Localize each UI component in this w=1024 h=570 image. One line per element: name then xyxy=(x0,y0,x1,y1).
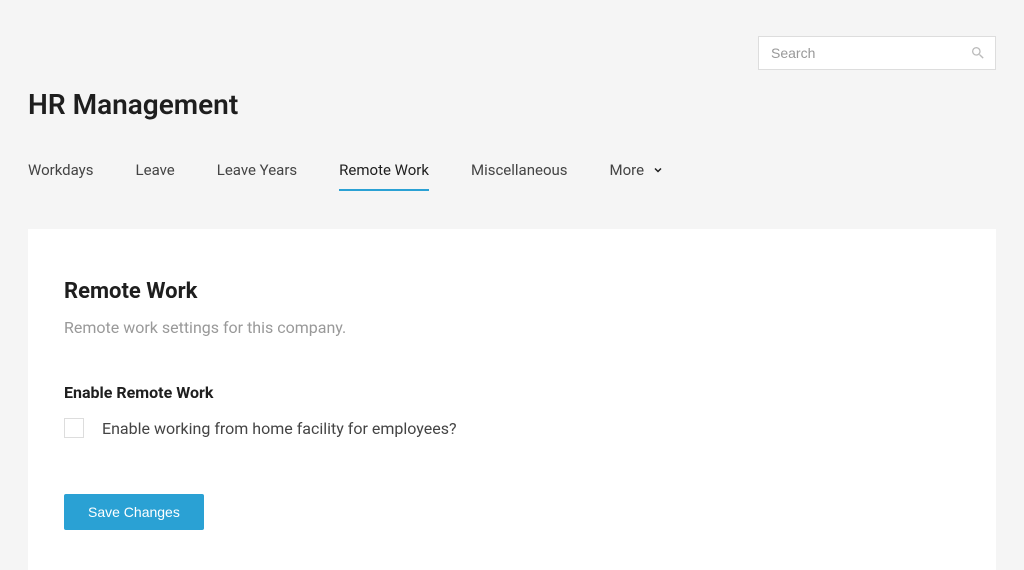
tab-workdays[interactable]: Workdays xyxy=(28,161,94,191)
search-input[interactable] xyxy=(758,36,996,70)
tab-leave[interactable]: Leave xyxy=(136,161,175,191)
enable-remote-work-checkbox[interactable] xyxy=(64,418,84,438)
tab-miscellaneous[interactable]: Miscellaneous xyxy=(471,161,568,191)
page-title: HR Management xyxy=(28,88,996,121)
tabs-nav: Workdays Leave Leave Years Remote Work M… xyxy=(28,161,996,191)
tab-leave-years[interactable]: Leave Years xyxy=(217,161,297,191)
search-icon xyxy=(970,45,986,61)
content-panel: Remote Work Remote work settings for thi… xyxy=(28,229,996,570)
chevron-down-icon xyxy=(652,164,664,176)
checkbox-row: Enable working from home facility for em… xyxy=(64,418,960,438)
tab-more-label: More xyxy=(610,161,645,179)
tab-remote-work[interactable]: Remote Work xyxy=(339,161,429,191)
save-changes-button[interactable]: Save Changes xyxy=(64,494,204,530)
tab-more[interactable]: More xyxy=(610,161,665,191)
section-description: Remote work settings for this company. xyxy=(64,318,960,337)
search-container xyxy=(758,36,996,70)
checkbox-label: Enable working from home facility for em… xyxy=(102,419,457,438)
section-title: Remote Work xyxy=(64,279,960,304)
field-label-enable-remote-work: Enable Remote Work xyxy=(64,383,960,402)
